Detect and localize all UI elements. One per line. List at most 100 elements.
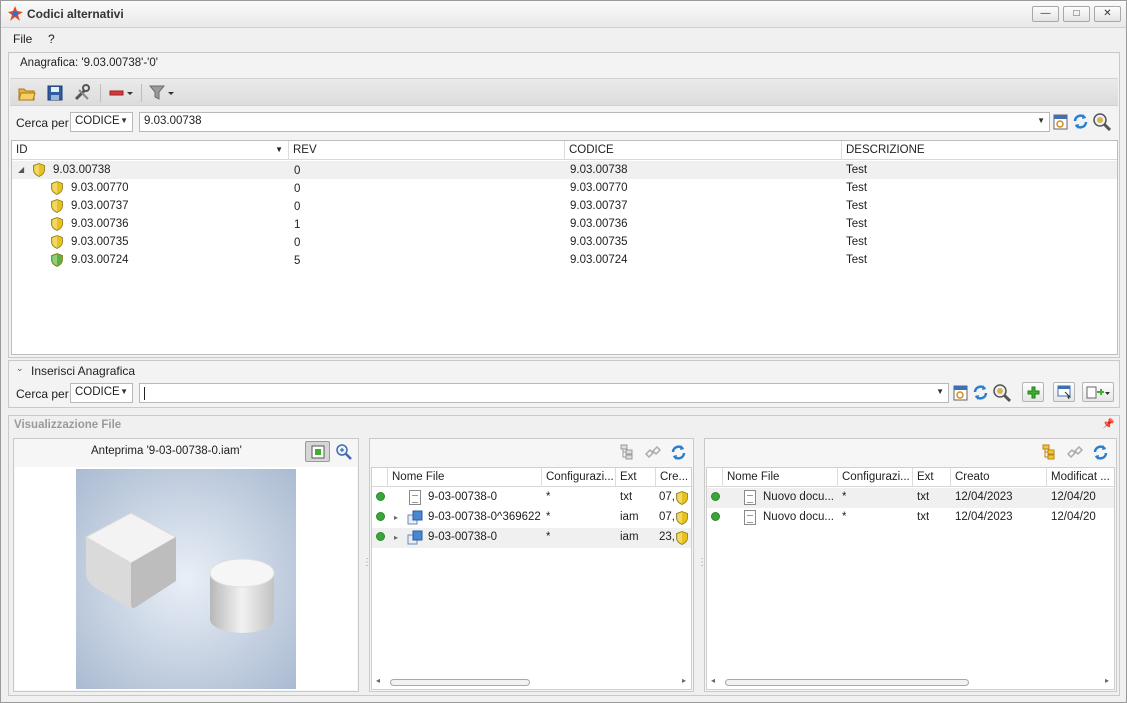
column-header-creato[interactable]: Creato	[951, 468, 1047, 487]
menu-help[interactable]: ?	[48, 32, 55, 46]
column-header-label: Configurazi...	[546, 471, 614, 483]
table-row[interactable]: 9.03.00770 0 9.03.00770 Test	[12, 179, 1117, 197]
cell-creato: 07,	[659, 491, 675, 503]
cell-codice: 9.03.00735	[570, 236, 628, 248]
column-header-configurazione[interactable]: Configurazi...	[838, 468, 913, 487]
column-header-id[interactable]: ID ▼	[12, 141, 289, 160]
status-shield-icon	[51, 199, 63, 213]
select-button[interactable]	[1053, 382, 1075, 402]
table-row[interactable]: ◢ 9.03.00738 0 9.03.00738 Test	[12, 161, 1117, 179]
fit-view-button[interactable]	[305, 441, 330, 462]
tree-structure-icon[interactable]	[619, 444, 635, 460]
table-row[interactable]: 9.03.00736 1 9.03.00736 Test	[12, 215, 1117, 233]
scroll-right-icon[interactable]: ▸	[682, 676, 686, 685]
zoom-icon[interactable]	[335, 443, 352, 460]
minimize-button[interactable]: —	[1032, 6, 1059, 22]
file-row[interactable]: 9-03-00738-0 * txt 07,	[372, 488, 691, 508]
horizontal-scrollbar[interactable]: ◂ ▸	[374, 676, 690, 688]
inserisci-search-input[interactable]: ▼	[139, 383, 949, 403]
collapse-chevron-icon[interactable]: ⌄	[16, 363, 24, 374]
app-window: Codici alternativi — □ ✕ File ? Anagrafi…	[0, 0, 1127, 703]
cell-id: 9.03.00724	[71, 254, 129, 266]
cell-id: 9.03.00770	[71, 182, 129, 194]
calendar-search-icon[interactable]	[1053, 114, 1068, 130]
inserisci-field-select[interactable]: CODICE ▼	[70, 383, 133, 403]
scroll-left-icon[interactable]: ◂	[711, 676, 715, 685]
pin-icon[interactable]: 📌	[1102, 419, 1114, 430]
add-item-dropdown-icon	[1086, 386, 1110, 399]
scrollbar-thumb[interactable]	[390, 679, 530, 686]
toolbar-separator	[141, 84, 142, 102]
table-row[interactable]: 9.03.00737 0 9.03.00737 Test	[12, 197, 1117, 215]
filter-dropdown-icon[interactable]	[148, 84, 176, 102]
status-shield-icon	[676, 491, 688, 505]
save-icon[interactable]	[46, 84, 64, 102]
calendar-search-icon[interactable]	[953, 385, 968, 401]
search-field-select[interactable]: CODICE ▼	[70, 112, 133, 132]
search-input[interactable]: 9.03.00738 ▼	[139, 112, 1050, 132]
tree-expand-icon[interactable]: ▸	[394, 513, 398, 522]
cell-ext: iam	[620, 531, 639, 543]
cell-rev: 0	[294, 237, 301, 249]
scroll-right-icon[interactable]: ▸	[1105, 676, 1109, 685]
file-row[interactable]: Nuovo docu... * txt 12/04/2023 12/04/20	[707, 508, 1114, 528]
column-header-descrizione[interactable]: DESCRIZIONE	[842, 141, 1117, 160]
column-header-nome-file[interactable]: Nome File	[723, 468, 838, 487]
cell-creato: 07,	[659, 511, 675, 523]
advanced-search-icon[interactable]	[1092, 112, 1111, 131]
cell-descrizione: Test	[846, 182, 868, 194]
tree-expand-icon[interactable]: ◢	[18, 165, 24, 174]
column-header-label: Ext	[620, 471, 637, 483]
options-dropdown-button[interactable]	[1082, 382, 1114, 402]
file-row[interactable]: ▸ 9-03-00738-0 * iam 23,	[372, 528, 691, 548]
tree-structure-icon[interactable]	[1041, 444, 1057, 460]
file-row[interactable]: Nuovo docu... * txt 12/04/2023 12/04/20	[707, 488, 1114, 508]
refresh-icon[interactable]	[670, 444, 687, 461]
menu-file[interactable]: File	[13, 32, 32, 46]
column-header-rev[interactable]: REV	[289, 141, 565, 160]
unlink-icon[interactable]	[644, 444, 662, 460]
inserisci-field-value: CODICE	[75, 386, 120, 398]
status-shield-icon	[51, 217, 63, 231]
column-header-label: Configurazi...	[842, 471, 910, 483]
column-header-nome-file[interactable]: Nome File	[388, 468, 542, 487]
refresh-icon[interactable]	[1072, 113, 1089, 130]
column-header-configurazione[interactable]: Configurazi...	[542, 468, 616, 487]
cell-configurazione: *	[546, 531, 551, 543]
file-row[interactable]: ▸ 9-03-00738-0^369622 * iam 07,	[372, 508, 691, 528]
column-header-codice[interactable]: CODICE	[565, 141, 842, 160]
status-shield-icon	[51, 235, 63, 249]
tools-icon[interactable]	[73, 84, 91, 102]
assembly-icon	[407, 530, 423, 545]
close-button[interactable]: ✕	[1094, 6, 1121, 22]
status-dot	[376, 532, 385, 541]
table-row[interactable]: 9.03.00724 5 9.03.00724 Test	[12, 251, 1117, 269]
tree-expand-icon[interactable]: ▸	[394, 533, 398, 542]
remove-dropdown-icon[interactable]	[109, 84, 135, 102]
horizontal-scrollbar[interactable]: ◂ ▸	[709, 676, 1113, 688]
refresh-icon[interactable]	[972, 384, 989, 401]
cell-rev: 0	[294, 165, 301, 177]
assembly-icon	[407, 510, 423, 525]
column-header-modificato[interactable]: Modificat ...	[1047, 468, 1114, 487]
document-icon	[744, 510, 756, 525]
open-folder-icon[interactable]	[18, 84, 36, 102]
scrollbar-thumb[interactable]	[725, 679, 969, 686]
add-button[interactable]	[1022, 382, 1044, 402]
sort-down-icon: ▼	[275, 145, 283, 154]
column-header-ext[interactable]: Ext	[913, 468, 951, 487]
column-header-ext[interactable]: Ext	[616, 468, 656, 487]
column-header-creato[interactable]: Cre...	[656, 468, 691, 487]
cell-descrizione: Test	[846, 218, 868, 230]
table-row[interactable]: 9.03.00735 0 9.03.00735 Test	[12, 233, 1117, 251]
status-shield-icon	[33, 163, 45, 177]
advanced-search-icon[interactable]	[992, 383, 1011, 402]
unlink-icon[interactable]	[1066, 444, 1084, 460]
cell-configurazione: *	[546, 491, 551, 503]
status-dot	[376, 512, 385, 521]
scroll-left-icon[interactable]: ◂	[376, 676, 380, 685]
maximize-button[interactable]: □	[1063, 6, 1090, 22]
status-shield-icon	[51, 253, 63, 267]
refresh-icon[interactable]	[1092, 444, 1109, 461]
text-cursor	[144, 387, 145, 400]
